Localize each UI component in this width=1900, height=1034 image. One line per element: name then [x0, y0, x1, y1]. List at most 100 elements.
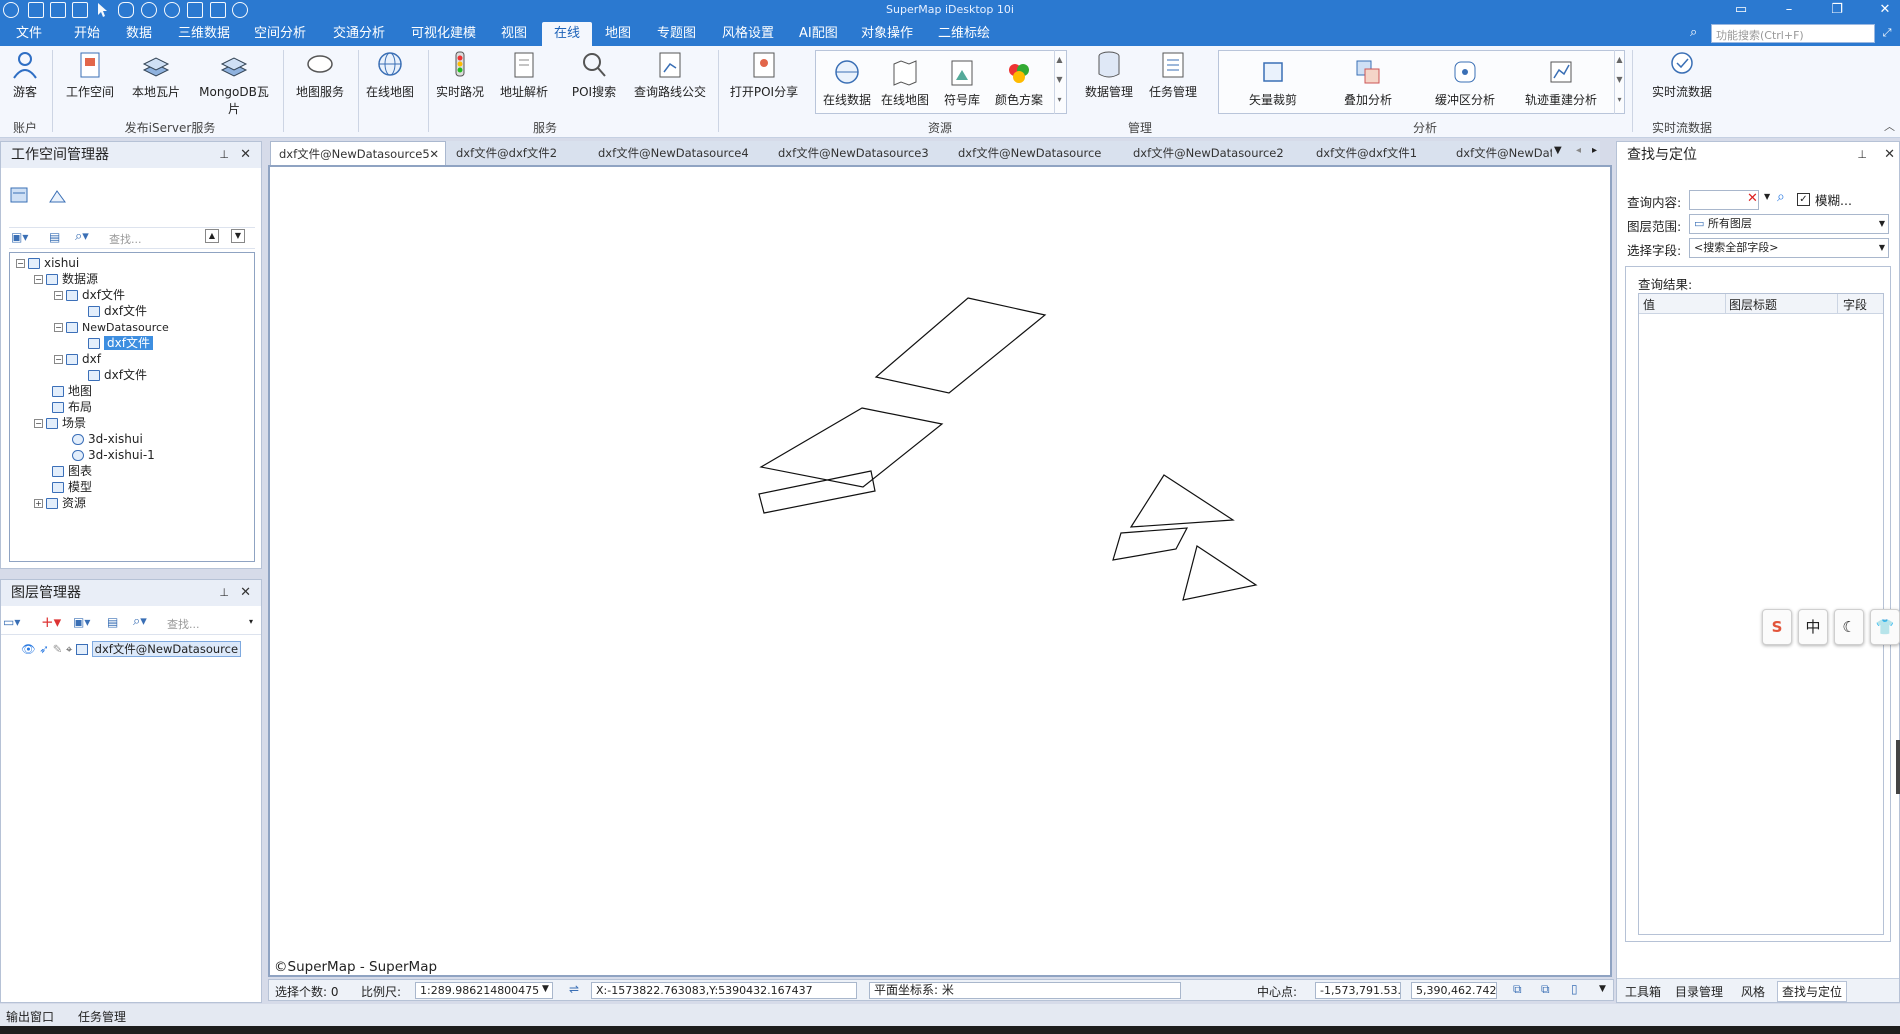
lock-scale-icon[interactable]: ▯	[1571, 982, 1578, 996]
online-map-gallery-button[interactable]: 在线地图	[876, 58, 934, 108]
editable-icon[interactable]: ✎	[53, 642, 63, 656]
scale-select[interactable]: 1:289.986214800475	[415, 982, 553, 999]
tree-node-dataset[interactable]: dxf文件	[88, 367, 147, 383]
clear-icon[interactable]: ✕	[1747, 191, 1758, 206]
tab-map-document[interactable]: dxf文件@NewDatasource	[950, 141, 1109, 165]
find-icon[interactable]: ⌕▾	[133, 614, 147, 629]
tab-map-document[interactable]: dxf文件@NewDatasource3	[770, 141, 937, 165]
poi-search-button[interactable]: POI搜索	[566, 50, 622, 100]
menu-spatial-analysis[interactable]: 空间分析	[252, 22, 308, 46]
search-icon[interactable]: ⌕	[1690, 25, 1697, 40]
resource-tab-icon[interactable]	[47, 186, 69, 206]
overlay-analysis-button[interactable]: 叠加分析	[1334, 58, 1402, 108]
tree-node-datasources[interactable]: − 数据源	[34, 271, 98, 287]
menu-object-ops[interactable]: 对象操作	[859, 22, 915, 46]
layer-style-icon[interactable]: ▭▾	[3, 615, 20, 629]
color-scheme-button[interactable]: 颜色方案	[988, 58, 1050, 108]
center-y-input[interactable]: 5,390,462.742...	[1411, 982, 1497, 999]
layer-scope-select[interactable]: ▭ 所有图层 ▼	[1689, 214, 1889, 234]
fullscreen-icon[interactable]: ⤢	[1876, 26, 1898, 40]
copy-icon[interactable]: ⧉	[1513, 982, 1522, 997]
route-query-button[interactable]: 查询路线公交	[628, 50, 712, 100]
tree-node-datasource-dxf[interactable]: − dxf	[54, 351, 101, 367]
menu-style[interactable]: 风格设置	[720, 22, 776, 46]
tree-node-scene[interactable]: 3d-xishui-1	[72, 447, 155, 463]
menu-view[interactable]: 视图	[499, 22, 529, 46]
layer-group-icon[interactable]: ▣▾	[73, 615, 90, 629]
pin-icon[interactable]: ⊥	[219, 142, 229, 168]
symbol-lib-button[interactable]: 符号库	[934, 58, 990, 108]
data-manage-button[interactable]: 数据管理	[1080, 50, 1138, 100]
gallery-scroll[interactable]: ▲ ▼ ▾	[1054, 50, 1064, 114]
move-up-icon[interactable]: ▲	[205, 229, 219, 243]
menu-3d-data[interactable]: 三维数据	[176, 22, 232, 46]
realtime-stream-button[interactable]: 实时流数据	[1644, 50, 1720, 100]
workspace-tab-icon[interactable]	[9, 186, 31, 206]
close-icon[interactable]: ✕	[1874, 2, 1896, 17]
ime-logo-icon[interactable]: S	[1762, 609, 1792, 645]
tab-task-manage[interactable]: 任务管理	[78, 1008, 126, 1025]
menu-ai-map[interactable]: AI配图	[797, 22, 840, 46]
realtime-traffic-button[interactable]: 实时路况	[432, 50, 488, 100]
tree-node-datasource-dxf-file[interactable]: − dxf文件	[54, 287, 125, 303]
pin-icon[interactable]: ⊥	[1857, 142, 1867, 168]
function-search-input[interactable]: 功能搜索(Ctrl+F)	[1711, 24, 1875, 43]
menu-data[interactable]: 数据	[124, 22, 154, 46]
tab-map-document[interactable]: dxf文件@NewData	[1448, 141, 1552, 165]
restore-ribbon-icon[interactable]: ▭	[1730, 2, 1752, 17]
close-tab-icon[interactable]: ✕	[429, 142, 439, 166]
open-poi-share-button[interactable]: 打开POI分享	[724, 50, 804, 100]
tab-map-document[interactable]: dxf文件@dxf文件1	[1308, 141, 1425, 165]
crs-readout[interactable]: 平面坐标系: 米	[869, 982, 1181, 999]
tab-map-document[interactable]: dxf文件@NewDatasource4	[590, 141, 757, 165]
local-tiles-button[interactable]: 本地瓦片	[128, 50, 184, 100]
address-parse-button[interactable]: 地址解析	[496, 50, 552, 100]
scale-dropdown-icon[interactable]: ▼	[542, 984, 549, 994]
menu-plotting[interactable]: 二维标绘	[936, 22, 992, 46]
maximize-icon[interactable]: ❐	[1826, 2, 1848, 17]
tab-toolbox[interactable]: 工具箱	[1625, 983, 1661, 1000]
save-workspace-icon[interactable]: ▤	[49, 230, 60, 244]
tree-node-scenes[interactable]: − 场景	[34, 415, 86, 431]
swap-icon[interactable]: ⇌	[569, 982, 579, 996]
tree-node-scene[interactable]: 3d-xishui	[72, 431, 143, 447]
tab-list-icon[interactable]: ▼	[1554, 145, 1562, 156]
guest-button[interactable]: 游客	[8, 50, 42, 100]
tab-scroll-left-icon[interactable]: ◂	[1576, 145, 1581, 156]
layer-row[interactable]: 👁 ➶ ✎ ⌖ dxf文件@NewDatasource	[21, 641, 242, 657]
menu-visual-modeling[interactable]: 可视化建模	[409, 22, 478, 46]
layer-props-icon[interactable]: ▤	[107, 615, 118, 629]
close-icon[interactable]: ✕	[240, 142, 251, 168]
snap-icon[interactable]: ⌖	[66, 642, 72, 656]
ime-moon-icon[interactable]: ☾	[1834, 609, 1864, 645]
center-x-input[interactable]: -1,573,791.53...	[1315, 982, 1401, 999]
menu-thematic[interactable]: 专题图	[655, 22, 698, 46]
trajectory-analysis-button[interactable]: 轨迹重建分析	[1516, 58, 1606, 108]
tree-node-resources[interactable]: + 资源	[34, 495, 86, 511]
tree-node-dataset-selected[interactable]: dxf文件	[88, 335, 153, 351]
column-layer-title[interactable]: 图层标题	[1729, 296, 1777, 313]
close-icon[interactable]: ✕	[1884, 142, 1895, 168]
pin-icon[interactable]: ⊥	[219, 580, 229, 606]
menu-traffic-analysis[interactable]: 交通分析	[331, 22, 387, 46]
online-data-button[interactable]: 在线数据	[818, 58, 876, 108]
collapse-ribbon-icon[interactable]: ︿	[1884, 118, 1895, 134]
tree-node-maps[interactable]: 地图	[52, 383, 92, 399]
tab-style[interactable]: 风格	[1741, 983, 1765, 1000]
tab-map-document[interactable]: dxf文件@NewDatasource2	[1125, 141, 1292, 165]
menu-map[interactable]: 地图	[603, 22, 633, 46]
status-more-icon[interactable]: ▼	[1599, 984, 1606, 994]
tab-find-locate[interactable]: 查找与定位	[1777, 981, 1848, 1002]
vector-clip-button[interactable]: 矢量裁剪	[1238, 58, 1308, 108]
fuzzy-checkbox[interactable]: ✓	[1797, 193, 1810, 206]
tab-map-document[interactable]: dxf文件@dxf文件2	[448, 141, 565, 165]
task-manage-button[interactable]: 任务管理	[1144, 50, 1202, 100]
mongodb-tiles-button[interactable]: MongoDB瓦片	[194, 50, 274, 117]
tree-node-dataset[interactable]: dxf文件	[88, 303, 147, 319]
map-view[interactable]: ©SuperMap - SuperMap	[268, 165, 1612, 977]
tab-map-document[interactable]: dxf文件@NewDatasource5 ✕	[270, 141, 446, 165]
analysis-gallery-scroll[interactable]: ▲ ▼ ▾	[1614, 50, 1624, 114]
menu-file[interactable]: 文件	[14, 22, 44, 46]
selectable-icon[interactable]: ➶	[39, 642, 49, 656]
layer-search-input[interactable]: 查找...	[167, 616, 200, 632]
